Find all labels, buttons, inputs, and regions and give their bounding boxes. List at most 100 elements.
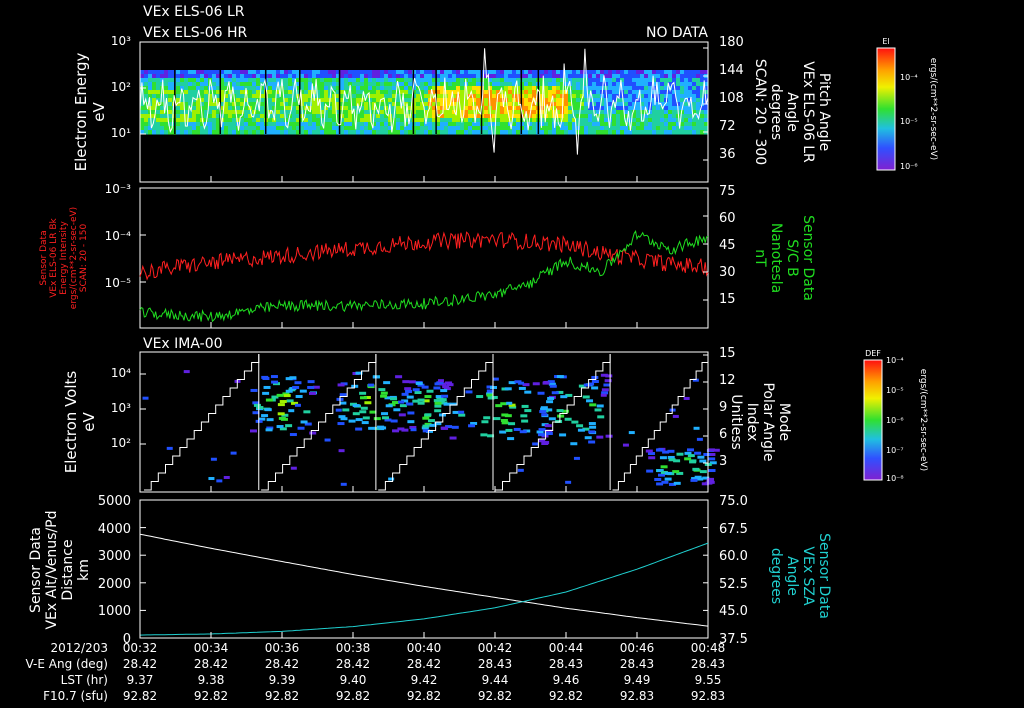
ima-heat-cell	[368, 426, 376, 430]
els-heat-cell	[628, 94, 633, 99]
els-heat-cell	[380, 118, 385, 123]
ima-heat-cell	[576, 424, 584, 428]
els-heat-cell	[544, 90, 549, 95]
els-heat-cell	[224, 130, 229, 135]
ima-heat-noise	[340, 482, 347, 486]
ima-heat-cell	[276, 425, 284, 429]
els-heat-cell	[228, 118, 233, 123]
els-heat-cell	[700, 70, 705, 75]
els-heat-cell	[260, 126, 265, 131]
ima-heat-cell	[559, 433, 567, 437]
els-heat-cell	[584, 114, 589, 119]
els-heat-cell	[616, 106, 621, 111]
els-heat-cell	[620, 118, 625, 123]
els-heat-cell	[684, 74, 689, 79]
els-heat-cell	[572, 70, 577, 75]
ima-heat-cell	[337, 383, 345, 387]
els-heat-cell	[188, 86, 193, 91]
els-heat-cell	[348, 78, 353, 83]
els-heat-cell	[384, 106, 389, 111]
els-heat-cell	[672, 114, 677, 119]
els-heat-cell	[316, 74, 321, 79]
els-heat-cell	[320, 74, 325, 79]
ima-heat-cell	[589, 425, 597, 429]
footer-cell-times: 00:38	[336, 641, 371, 655]
els-heat-cell	[572, 98, 577, 103]
alt-left-label-3: Distance	[60, 539, 76, 600]
els-heat-cell	[208, 114, 213, 119]
els-heat-cell	[236, 86, 241, 91]
els-heat-cell	[236, 130, 241, 135]
els-heat-cell	[544, 130, 549, 135]
ima-heat-cell	[359, 396, 367, 400]
altitude-panel-frame	[139, 499, 709, 639]
ima-heat-cell	[542, 381, 550, 385]
els-heat-cell	[280, 122, 285, 127]
footer-cell-ve_ang: 28.43	[549, 657, 583, 671]
els-heat-cell	[632, 90, 637, 95]
els-heat-cell	[268, 94, 273, 99]
ima-heat-cell	[504, 387, 512, 391]
els-heat-cell	[332, 74, 337, 79]
els-heat-cell	[608, 78, 613, 83]
els-heat-cell	[404, 86, 409, 91]
els-heat-cell	[544, 122, 549, 127]
els-heat-cell	[416, 98, 421, 103]
els-heat-cell	[456, 130, 461, 135]
ima-heat-cell	[521, 404, 529, 408]
els-heat-cell	[484, 122, 489, 127]
els-heat-cell	[348, 130, 353, 135]
mode-right-label-4: Unitless	[728, 394, 744, 450]
els-heat-cell	[672, 70, 677, 75]
els-heat-cell	[208, 126, 213, 131]
els-heat-cell	[184, 90, 189, 95]
els-heat-cell	[320, 86, 325, 91]
els-heat-cell	[324, 122, 329, 127]
els-heat-cell	[648, 98, 653, 103]
els-heat-cell	[312, 106, 317, 111]
els-heat-cell	[448, 82, 453, 87]
els-heat-cell	[256, 90, 261, 95]
ima-heat-cell	[555, 419, 563, 423]
els-heat-cell	[448, 74, 453, 79]
els-heat-cell	[248, 78, 253, 83]
els-heat-cell	[328, 114, 333, 119]
polar-angle-sawtooth	[495, 354, 611, 491]
els-heat-cell	[176, 118, 181, 123]
ima-heat-cell	[605, 374, 613, 378]
ima-heat-noise	[672, 414, 679, 418]
els-heat-cell	[604, 130, 609, 135]
bk-left-label: Sensor Data VEx ELS-06 LR Bk Energy Inte…	[39, 207, 89, 309]
ima-heat-noise	[518, 381, 525, 385]
els-heat-cell	[200, 130, 205, 135]
els-heat-cell	[464, 70, 469, 75]
els-heat-cell	[548, 90, 553, 95]
els-heat-cell	[316, 114, 321, 119]
els-heat-cell	[184, 82, 189, 87]
els-heat-cell	[348, 118, 353, 123]
els-heat-cell	[496, 78, 501, 83]
els-heat-cell	[508, 94, 513, 99]
els-heat-cell	[232, 70, 237, 75]
els-heat-cell	[348, 122, 353, 127]
els-heat-cell	[696, 70, 701, 75]
els-heat-cell	[532, 70, 537, 75]
els-heat-cell	[548, 86, 553, 91]
footer-row-label-lst: LST (hr)	[61, 673, 108, 687]
els-heat-cell	[364, 130, 369, 135]
els-cb-tick-3: 10⁻⁶	[900, 162, 918, 171]
els-heat-cell	[496, 94, 501, 99]
mode-tick-6: 6	[719, 427, 727, 442]
ima-heat-cell	[283, 394, 291, 398]
els-heat-cell	[324, 74, 329, 79]
els-cb-tick-2: 10⁻⁵	[900, 117, 918, 126]
els-heat-cell	[484, 90, 489, 95]
els-heat-cell	[568, 122, 573, 127]
els-heat-cell	[656, 78, 661, 83]
els-heat-cell	[448, 114, 453, 119]
els-heat-cell	[248, 74, 253, 79]
els-heat-cell	[680, 78, 685, 83]
els-heat-cell	[656, 114, 661, 119]
els-heat-cell	[484, 94, 489, 99]
ima-heat-cell	[262, 376, 270, 380]
